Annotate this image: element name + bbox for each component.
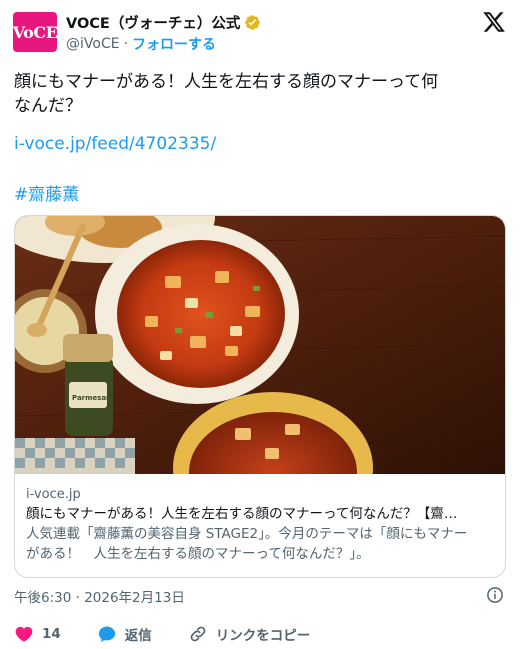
avatar[interactable]: VoCE — [13, 12, 58, 52]
x-logo-icon[interactable] — [482, 10, 506, 34]
reply-label: 返信 — [124, 628, 152, 644]
tweet-header: VoCE VOCE（ヴォーチェ）公式 @iVoCE · フォローする — [0, 0, 520, 62]
article-link[interactable]: i-voce.jp/feed/4702335/ — [14, 134, 216, 154]
card-domain: i-voce.jp — [26, 487, 81, 502]
like-count: 14 — [42, 626, 61, 642]
verified-badge-icon — [245, 15, 261, 30]
card-title: 顔にもマナーがある！人生を左右する顔のマナーって何なんだ？【齋… — [26, 506, 458, 522]
separator-dot: · — [123, 36, 129, 52]
card-description-line: 人気連載「齋藤薫の美容自身 STAGE2」。今月のテーマは「顔にもマナー — [26, 526, 468, 542]
card-description-line: がある！ 人生を左右する顔のマナーって何なんだ？」。 — [26, 546, 370, 562]
tweet-text-line: なんだ？ — [14, 96, 82, 116]
handle-row: @iVoCE · フォローする — [66, 34, 216, 54]
reply-button[interactable]: 返信 — [97, 624, 152, 644]
action-bar: 14 返信 リンクをコピー — [14, 624, 346, 644]
heart-icon — [15, 626, 33, 642]
copy-link-label: リンクをコピー — [215, 628, 311, 644]
reply-bubble-icon — [98, 626, 115, 642]
copy-link-button[interactable]: リンクをコピー — [188, 624, 311, 644]
tweet-text: 顔にもマナーがある！人生を左右する顔のマナーって何 なんだ？ — [14, 70, 504, 118]
link-preview-card[interactable]: Parmesan i-voce.jp 顔にもマナーがある！人生を左右する顔のマナ… — [14, 215, 506, 578]
soup-photo: Parmesan — [15, 216, 505, 474]
jar-label: Parmesan — [72, 394, 111, 402]
name-row: VOCE（ヴォーチェ）公式 — [66, 12, 261, 33]
card-meta: i-voce.jp 顔にもマナーがある！人生を左右する顔のマナーって何なんだ？【… — [26, 486, 496, 564]
handle[interactable]: @iVoCE — [66, 36, 120, 52]
info-icon[interactable] — [486, 586, 504, 604]
card-description: 人気連載「齋藤薫の美容自身 STAGE2」。今月のテーマは「顔にもマナー がある… — [26, 524, 496, 564]
timestamp[interactable]: 午後6:30 · 2026年2月13日 — [14, 586, 185, 606]
follow-button[interactable]: フォローする — [132, 34, 216, 54]
hashtag-link[interactable]: #齋藤薫 — [14, 180, 79, 205]
link-chain-icon — [190, 626, 206, 642]
display-name[interactable]: VOCE（ヴォーチェ）公式 — [66, 12, 240, 33]
tweet-text-line: 顔にもマナーがある！人生を左右する顔のマナーって何 — [14, 72, 439, 92]
like-button[interactable]: 14 — [14, 624, 61, 644]
